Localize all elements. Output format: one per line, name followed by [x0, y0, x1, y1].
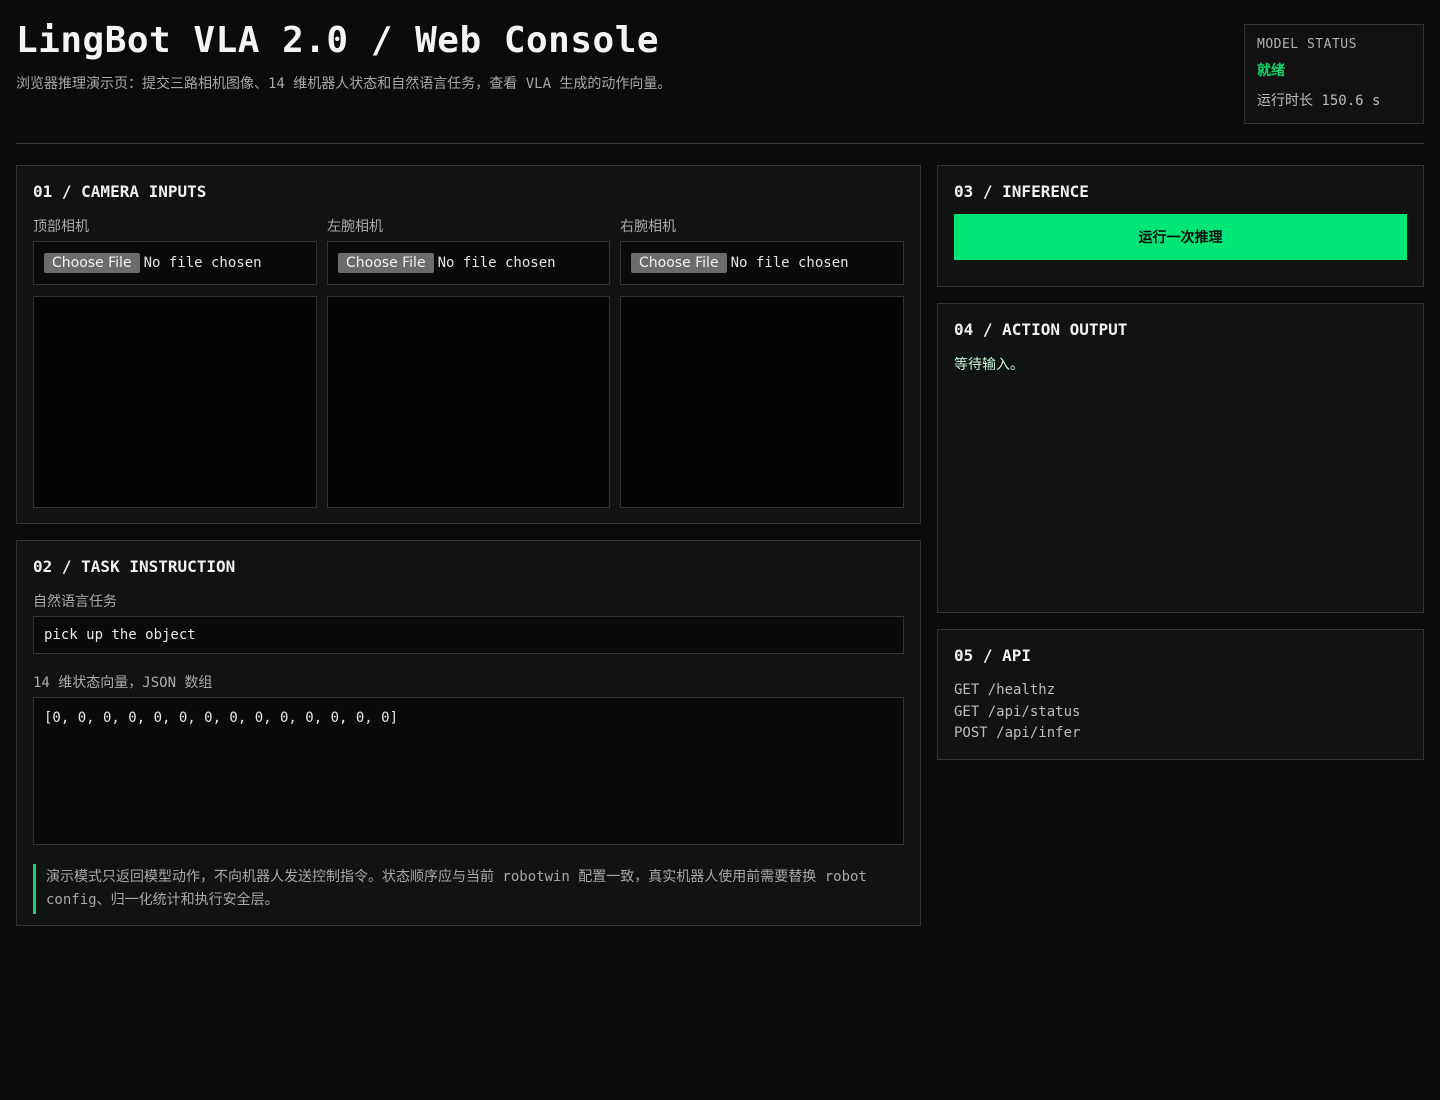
model-status-value: 就绪	[1257, 63, 1285, 79]
inference-panel: 03 / INFERENCE 运行一次推理	[937, 165, 1424, 287]
camera-top-label: 顶部相机	[33, 219, 89, 235]
camera-right-wrist-file-input[interactable]: Choose File No file chosen	[620, 241, 904, 285]
run-inference-button[interactable]: 运行一次推理	[954, 214, 1407, 260]
camera-top-choose-file-button[interactable]: Choose File	[44, 253, 140, 273]
demo-mode-note-line2: config、归一化统计和执行安全层。	[46, 892, 279, 908]
camera-inputs-panel: 01 / CAMERA INPUTS 顶部相机 Choose File No f…	[16, 165, 921, 524]
state-vector-textarea[interactable]: [0, 0, 0, 0, 0, 0, 0, 0, 0, 0, 0, 0, 0, …	[33, 697, 904, 845]
camera-left-wrist-file-input[interactable]: Choose File No file chosen	[327, 241, 610, 285]
model-uptime: 运行时长 150.6 s	[1257, 93, 1381, 109]
camera-left-wrist-choose-file-button[interactable]: Choose File	[338, 253, 434, 273]
instruction-label: 自然语言任务	[33, 594, 117, 610]
camera-left-wrist-file-status: No file chosen	[437, 255, 556, 271]
camera-right-wrist-preview	[620, 296, 904, 508]
action-output-panel: 04 / ACTION OUTPUT 等待输入。	[937, 303, 1424, 613]
action-output-text: 等待输入。	[954, 357, 1024, 373]
camera-left-wrist-label: 左腕相机	[327, 219, 383, 235]
api-endpoint-status: GET /api/status	[954, 703, 1081, 720]
camera-left-wrist-preview	[327, 296, 610, 508]
page-subtitle: 浏览器推理演示页：提交三路相机图像、14 维机器人状态和自然语言任务，查看 VL…	[16, 76, 672, 92]
camera-top-preview	[33, 296, 317, 508]
api-endpoint-infer: POST /api/infer	[954, 725, 1081, 741]
model-status-label: MODEL STATUS	[1257, 37, 1357, 52]
inference-title: 03 / INFERENCE	[954, 182, 1089, 201]
api-title: 05 / API	[954, 646, 1032, 665]
action-output-title: 04 / ACTION OUTPUT	[954, 320, 1128, 339]
camera-right-wrist-file-status: No file chosen	[730, 255, 849, 271]
camera-top-file-input[interactable]: Choose File No file chosen	[33, 241, 317, 285]
demo-mode-note: 演示模式只返回模型动作，不向机器人发送控制指令。状态顺序应与当前 robotwi…	[33, 864, 904, 914]
page-header: LingBot VLA 2.0 / Web Console 浏览器推理演示页：提…	[16, 16, 1424, 144]
page-title: LingBot VLA 2.0 / Web Console	[16, 20, 660, 61]
camera-inputs-title: 01 / CAMERA INPUTS	[33, 182, 207, 201]
api-endpoint-list: GET /healthz GET /api/status POST /api/i…	[954, 680, 1080, 745]
demo-mode-note-line1: 演示模式只返回模型动作，不向机器人发送控制指令。状态顺序应与当前 robotwi…	[46, 869, 867, 885]
camera-right-wrist-label: 右腕相机	[620, 219, 676, 235]
model-status-box: MODEL STATUS 就绪 运行时长 150.6 s	[1244, 24, 1424, 124]
camera-right-wrist-choose-file-button[interactable]: Choose File	[631, 253, 727, 273]
state-vector-label: 14 维状态向量，JSON 数组	[33, 675, 213, 691]
api-panel: 05 / API GET /healthz GET /api/status PO…	[937, 629, 1424, 760]
api-endpoint-healthz: GET /healthz	[954, 682, 1056, 698]
task-instruction-panel: 02 / TASK INSTRUCTION 自然语言任务 pick up the…	[16, 540, 921, 926]
camera-top-file-status: No file chosen	[143, 255, 262, 271]
instruction-input[interactable]: pick up the object	[33, 616, 904, 654]
task-instruction-title: 02 / TASK INSTRUCTION	[33, 557, 236, 576]
